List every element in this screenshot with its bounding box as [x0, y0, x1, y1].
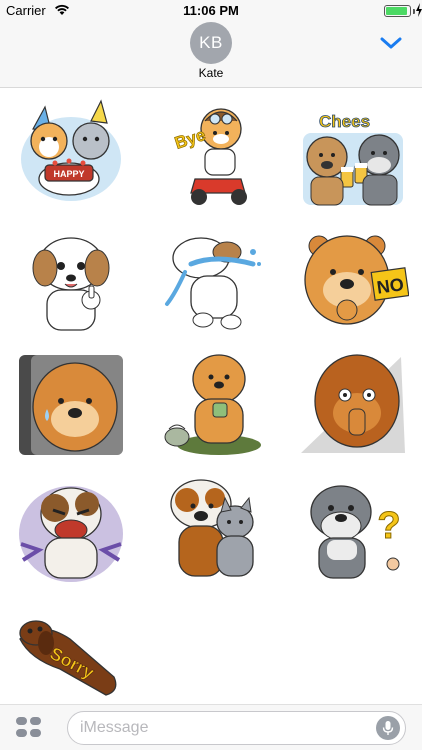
message-field[interactable]: [67, 711, 406, 745]
sticker-grid: HAPPY Bye Chees NO ? Sorry: [0, 89, 422, 703]
sticker-chow-chow-drinking-tea[interactable]: [155, 349, 267, 461]
sticker-corgi-cat-happy-birthday[interactable]: HAPPY: [15, 99, 127, 211]
sticker-art: [19, 486, 123, 582]
sticker-art: Sorry: [19, 620, 117, 696]
sticker-caption: HAPPY: [53, 169, 84, 179]
clock: 11:06 PM: [183, 3, 239, 18]
composer-bar: [0, 704, 422, 750]
battery-level: [386, 7, 407, 15]
sticker-art: Chees: [303, 112, 403, 206]
sticker-terrier-schnauzer-cheers[interactable]: Chees: [297, 99, 409, 211]
sticker-corgi-scooter-bye[interactable]: Bye: [155, 99, 267, 211]
sticker-bulldog-angry[interactable]: [15, 474, 127, 586]
sticker-art: NO: [304, 235, 409, 325]
avatar-initials: KB: [199, 33, 223, 52]
app-drawer-icon[interactable]: [16, 717, 42, 739]
sticker-caption: Bye: [172, 125, 208, 153]
sticker-art: [19, 355, 123, 455]
contact-avatar[interactable]: KB: [190, 22, 232, 64]
sticker-caption: Chees: [319, 112, 370, 131]
sticker-chow-chow-no[interactable]: NO: [297, 224, 409, 336]
app-drawer-dot: [16, 717, 27, 725]
charging-bolt-icon: [416, 3, 422, 17]
status-bar: Carrier 11:06 PM: [0, 0, 422, 22]
sticker-art: ?: [310, 485, 401, 579]
sticker-shih-tzu-thumbs-up[interactable]: [15, 224, 127, 336]
sticker-caption: NO: [376, 274, 406, 298]
sticker-art: [301, 354, 405, 453]
contact-name[interactable]: Kate: [0, 66, 422, 80]
battery-cap: [413, 9, 415, 14]
app-drawer-dot: [30, 717, 41, 725]
message-input[interactable]: [80, 717, 370, 739]
sticker-chow-chow-sweating[interactable]: [15, 349, 127, 461]
conversation-header: KB Kate: [0, 22, 422, 88]
sticker-art: [32, 237, 110, 331]
sticker-bulldog-cat-hug[interactable]: [155, 474, 267, 586]
sticker-dachshund-sorry[interactable]: Sorry: [10, 599, 122, 711]
chevron-down-icon[interactable]: [380, 36, 402, 50]
sticker-art: Bye: [172, 108, 247, 205]
sticker-shih-tzu-crying[interactable]: [155, 224, 267, 336]
sticker-art: [164, 354, 261, 455]
microphone-button[interactable]: [376, 716, 400, 740]
app-drawer-dot: [16, 729, 27, 737]
sticker-caption: ?: [377, 505, 400, 547]
sticker-schnauzer-question[interactable]: ?: [297, 474, 409, 586]
microphone-icon: [382, 721, 394, 735]
sticker-art: [165, 237, 261, 330]
app-drawer-dot: [30, 729, 41, 737]
battery-icon: [384, 5, 411, 17]
sticker-art: [170, 479, 254, 577]
sticker-art: HAPPY: [21, 99, 121, 201]
sticker-chow-chow-thinking[interactable]: [297, 349, 409, 461]
